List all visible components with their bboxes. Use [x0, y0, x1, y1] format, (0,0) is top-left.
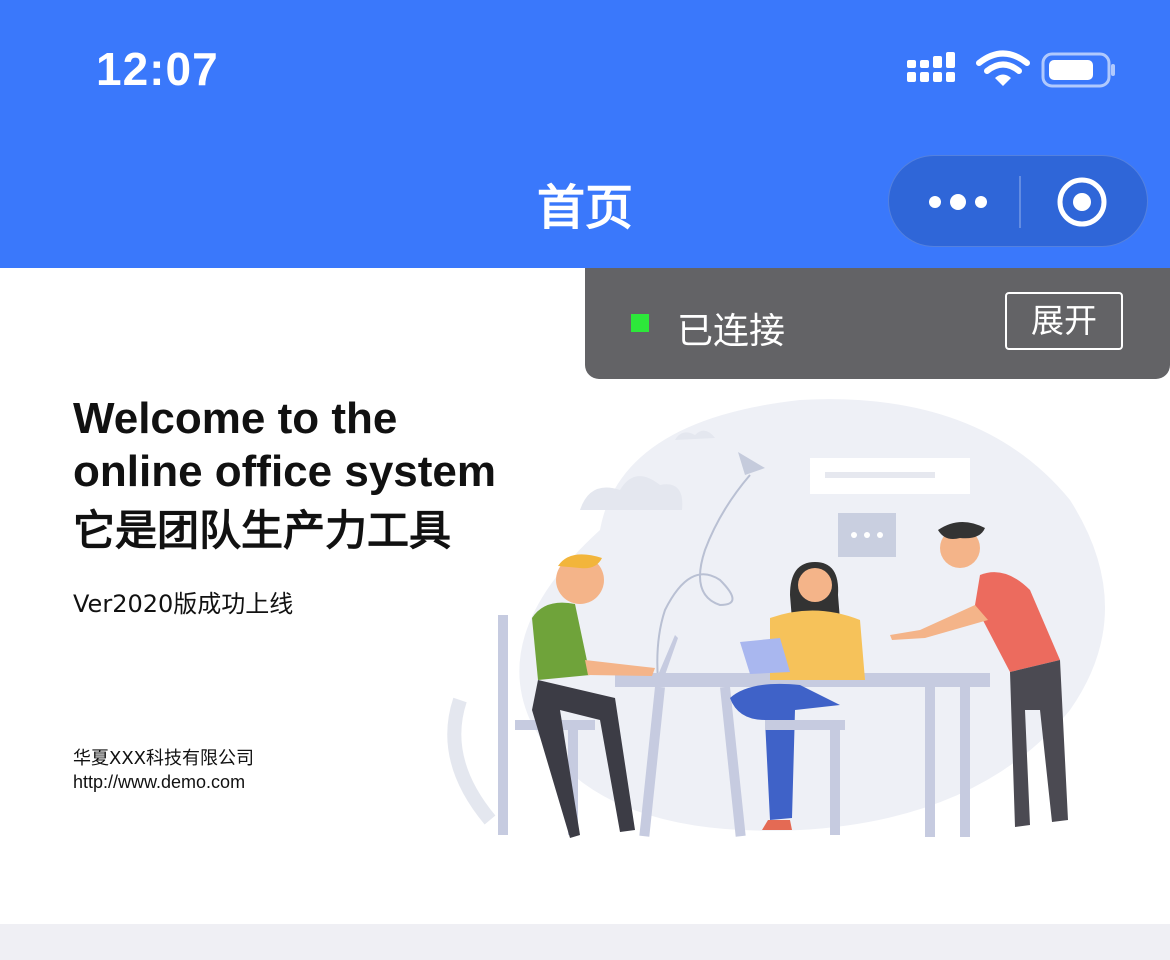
company-name: 华夏XXX科技有限公司 — [73, 748, 254, 769]
connection-indicator — [631, 314, 649, 332]
connection-panel: 已连接 展开 — [585, 268, 1170, 379]
signal-icon — [907, 52, 955, 82]
status-time: 12:07 — [96, 43, 219, 95]
mini-program-capsule — [888, 155, 1148, 247]
header-bar: 12:07 首页 — [0, 0, 1170, 268]
version-text: Ver2020版成功上线 — [73, 590, 294, 618]
team-illustration — [447, 399, 1105, 838]
connection-status: 已连接 — [677, 311, 786, 352]
page-bottom-area — [0, 924, 1170, 960]
website-url: http://www.demo.com — [73, 772, 246, 792]
expand-button[interactable]: 展开 — [1005, 292, 1123, 350]
close-target-icon[interactable] — [1056, 176, 1108, 228]
battery-icon — [1041, 52, 1115, 88]
wifi-icon — [976, 50, 1030, 86]
more-icon[interactable] — [923, 186, 993, 218]
capsule-divider — [1019, 176, 1021, 228]
slogan: 它是团队生产力工具 — [73, 506, 452, 555]
